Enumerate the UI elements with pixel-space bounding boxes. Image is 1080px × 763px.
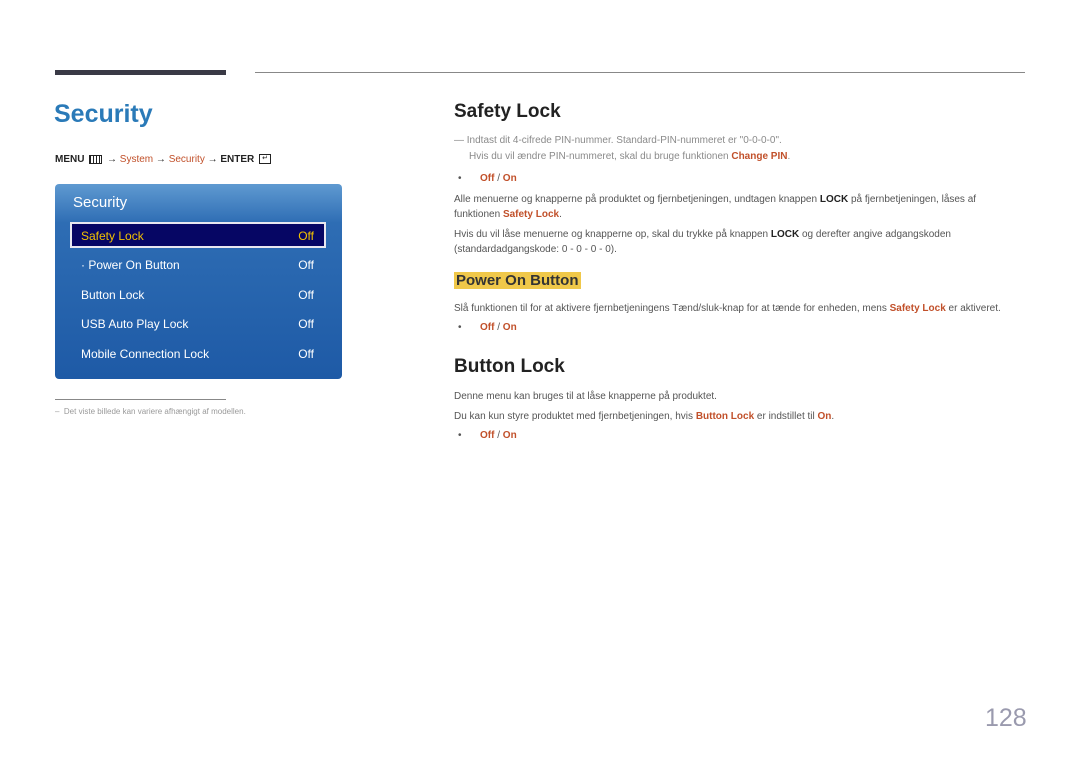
footnote: – Det viste billede kan variere afhængig… [55,407,246,416]
note-line-1: Indtast dit 4-cifrede PIN-nummer. Standa… [466,135,782,146]
safety-lock-ref: Safety Lock [889,303,946,314]
on-ref: On [817,411,832,422]
lock-key: LOCK [819,194,849,205]
safety-lock-options: • Off / On [458,173,517,184]
option-sep: / [494,173,503,184]
enter-icon: ↵ [259,154,272,165]
osd-item-value: Off [298,317,314,331]
punct: . [831,411,835,422]
osd-item-value: Off [298,258,314,272]
osd-item-value: Off [298,347,314,361]
osd-item-safety-lock[interactable]: Safety Lock Off [70,222,326,248]
footnote-divider [55,399,226,400]
option-on: On [502,322,517,333]
option-on: On [502,173,517,184]
punct: . [559,209,562,220]
arrow: → [207,154,218,165]
osd-item-value: Off [298,229,314,243]
bullet-dot: • [458,322,462,333]
bullet-dot: • [458,430,462,441]
text: Hvis du vil låse menuerne og knapperne o… [454,229,771,240]
button-lock-para-1: Denne menu kan bruges til at låse knappe… [454,391,717,402]
osd-item-power-on-button[interactable]: · Power On Button Off [70,252,326,278]
text: Du kan kun styre produktet med fjernbetj… [454,411,696,422]
button-lock-options: • Off / On [458,430,517,441]
option-sep: / [494,430,503,441]
option-on: On [502,430,517,441]
header-bar-thin [255,72,1025,73]
osd-item-value: Off [298,288,314,302]
heading-safety-lock: Safety Lock [454,101,561,122]
menu-path-security: Security [168,154,205,165]
arrow: → [155,154,166,165]
security-osd-panel: Security Safety Lock Off · Power On Butt… [55,184,342,379]
osd-item-usb-auto-play-lock[interactable]: USB Auto Play Lock Off [70,311,326,337]
power-on-button-options: • Off / On [458,322,517,333]
menu-path-system: System [119,154,154,165]
page-title: Security [54,100,153,128]
text: Slå funktionen til for at aktivere fjern… [454,303,890,314]
arrow: → [107,154,118,165]
text: er indstillet til [754,411,818,422]
button-lock-ref: Button Lock [695,411,755,422]
osd-item-label: Mobile Connection Lock [81,347,210,361]
footnote-text: Det viste billede kan variere afhængigt … [63,407,246,416]
option-sep: / [494,322,503,333]
menu-path: MENU → System → Security → ENTER ↵ [55,154,272,165]
menu-icon [89,154,103,164]
bullet-dot: • [458,173,462,184]
panel-title: Security [73,194,128,211]
osd-item-button-lock[interactable]: Button Lock Off [70,282,326,308]
lock-key: LOCK [770,229,800,240]
text: Alle menuerne og knapperne på produktet … [454,194,820,205]
option-off: Off [480,322,495,333]
option-off: Off [480,173,495,184]
heading-power-on-button: Power On Button [454,272,581,289]
text: er aktiveret. [945,303,1001,314]
osd-item-label: · Power On Button [81,258,180,272]
menu-label: MENU [55,154,85,165]
note-line-2: Hvis du vil ændre PIN-nummeret, skal du … [469,151,732,162]
page-number: 128 [985,704,1027,732]
note-dash: — [454,135,467,146]
punct: . [787,151,791,162]
power-on-button-para: Slå funktionen til for at aktivere fjern… [454,301,1054,316]
footnote-dash: – [55,407,64,416]
change-pin-ref: Change PIN [731,151,788,162]
heading-button-lock: Button Lock [454,356,565,377]
button-lock-para-2: Du kan kun styre produktet med fjernbetj… [454,409,1014,424]
option-off: Off [480,430,495,441]
osd-item-mobile-connection-lock[interactable]: Mobile Connection Lock Off [70,341,326,367]
osd-item-label: Safety Lock [81,229,144,243]
safety-lock-note: — Indtast dit 4-cifrede PIN-nummer. Stan… [454,133,1014,165]
osd-item-label: USB Auto Play Lock [81,317,189,331]
safety-lock-para-1: Alle menuerne og knapperne på produktet … [454,192,1014,222]
safety-lock-ref: Safety Lock [502,209,560,220]
osd-item-label: Button Lock [81,288,145,302]
enter-label: ENTER [220,154,255,165]
header-bar-thick [55,70,226,75]
safety-lock-para-2: Hvis du vil låse menuerne og knapperne o… [454,227,1014,257]
